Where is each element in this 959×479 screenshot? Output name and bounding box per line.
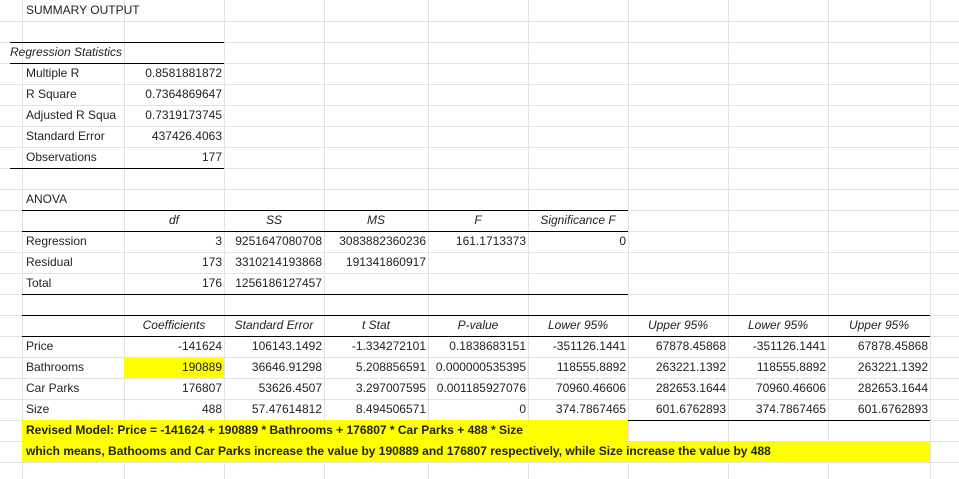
coef-cell-upper-95-b[interactable]: 282653.1644 bbox=[828, 378, 930, 399]
stat-value-multiple-r[interactable]: 0.8581881872 bbox=[124, 63, 224, 84]
coef-cell-coefficient[interactable]: 176807 bbox=[124, 378, 224, 399]
coef-header-t-stat[interactable]: t Stat bbox=[324, 315, 428, 336]
stat-value-r-square[interactable]: 0.7364869647 bbox=[124, 84, 224, 105]
coef-cell-upper-95[interactable]: 263221.1392 bbox=[628, 357, 728, 378]
coef-cell-lower-95-b[interactable]: -351126.1441 bbox=[728, 336, 828, 357]
coef-cell-upper-95-b[interactable]: 67878.45868 bbox=[828, 336, 930, 357]
anova-cell-df[interactable]: 173 bbox=[124, 252, 224, 273]
summary-title[interactable]: SUMMARY OUTPUT bbox=[24, 0, 204, 21]
coef-row-label[interactable]: Size bbox=[24, 399, 124, 420]
anova-header-ms[interactable]: MS bbox=[324, 210, 428, 231]
coef-cell-upper-95-b[interactable]: 263221.1392 bbox=[828, 357, 930, 378]
grid-line bbox=[0, 189, 959, 190]
coef-cell-upper-95[interactable]: 67878.45868 bbox=[628, 336, 728, 357]
coef-cell-lower-95[interactable]: 374.7867465 bbox=[528, 399, 628, 420]
coef-cell-t-stat[interactable]: 3.297007595 bbox=[324, 378, 428, 399]
coef-header-standard-error[interactable]: Standard Error bbox=[224, 315, 324, 336]
coef-cell-t-stat[interactable]: 5.208856591 bbox=[324, 357, 428, 378]
coef-header-upper-95-b[interactable]: Upper 95% bbox=[828, 315, 930, 336]
grid-line bbox=[0, 462, 959, 463]
coef-cell-lower-95-b[interactable]: 118555.8892 bbox=[728, 357, 828, 378]
coef-header-lower-95[interactable]: Lower 95% bbox=[528, 315, 628, 336]
anova-row-label[interactable]: Residual bbox=[24, 252, 124, 273]
stat-value-adjusted-r-square[interactable]: 0.7319173745 bbox=[124, 105, 224, 126]
coef-cell-t-stat[interactable]: -1.334272101 bbox=[324, 336, 428, 357]
coef-cell-upper-95[interactable]: 601.6762893 bbox=[628, 399, 728, 420]
coef-header-p-value[interactable]: P-value bbox=[428, 315, 528, 336]
anova-row-label[interactable]: Total bbox=[24, 273, 124, 294]
regression-statistics-header[interactable]: Regression Statistics bbox=[8, 42, 168, 63]
table-border bbox=[10, 168, 224, 169]
coef-cell-standard-error[interactable]: 53626.4507 bbox=[224, 378, 324, 399]
stat-label-observations[interactable]: Observations bbox=[24, 147, 124, 168]
coef-cell-standard-error[interactable]: 106143.1492 bbox=[224, 336, 324, 357]
anova-cell-ss[interactable]: 3310214193868 bbox=[224, 252, 324, 273]
coef-row-label[interactable]: Car Parks bbox=[24, 378, 124, 399]
coef-cell-lower-95[interactable]: 118555.8892 bbox=[528, 357, 628, 378]
anova-title[interactable]: ANOVA bbox=[24, 189, 124, 210]
stat-label-standard-error[interactable]: Standard Error bbox=[24, 126, 124, 147]
coef-cell-coefficient[interactable]: -141624 bbox=[124, 336, 224, 357]
grid-line bbox=[22, 0, 23, 479]
anova-cell-ms[interactable]: 3083882360236 bbox=[324, 231, 428, 252]
coef-cell-lower-95[interactable]: 70960.46606 bbox=[528, 378, 628, 399]
stat-label-r-square[interactable]: R Square bbox=[24, 84, 124, 105]
coef-cell-coefficient[interactable]: 488 bbox=[124, 399, 224, 420]
coef-cell-p-value[interactable]: 0.001185927076 bbox=[428, 378, 528, 399]
coef-cell-standard-error[interactable]: 57.47614812 bbox=[224, 399, 324, 420]
stat-label-adjusted-r-square[interactable]: Adjusted R Squa bbox=[24, 105, 124, 126]
anova-header-df[interactable]: df bbox=[124, 210, 224, 231]
coef-cell-coefficient-highlighted[interactable]: 190889 bbox=[124, 357, 224, 378]
coef-cell-t-stat[interactable]: 8.494506571 bbox=[324, 399, 428, 420]
anova-cell-f[interactable]: 161.1713373 bbox=[428, 231, 528, 252]
anova-cell-df[interactable]: 3 bbox=[124, 231, 224, 252]
anova-cell-significance-f[interactable]: 0 bbox=[528, 231, 628, 252]
coef-cell-p-value[interactable]: 0.1838683151 bbox=[428, 336, 528, 357]
anova-header-f[interactable]: F bbox=[428, 210, 528, 231]
coef-cell-lower-95-b[interactable]: 70960.46606 bbox=[728, 378, 828, 399]
revised-model-note[interactable]: Revised Model: Price = -141624 + 190889 … bbox=[24, 420, 624, 441]
coef-header-coefficients[interactable]: Coefficients bbox=[124, 315, 224, 336]
anova-cell-ss[interactable]: 1256186127457 bbox=[224, 273, 324, 294]
coef-cell-p-value[interactable]: 0.000000535395 bbox=[428, 357, 528, 378]
coef-header-upper-95[interactable]: Upper 95% bbox=[628, 315, 728, 336]
stat-value-observations[interactable]: 177 bbox=[124, 147, 224, 168]
anova-cell-df[interactable]: 176 bbox=[124, 273, 224, 294]
anova-row-label[interactable]: Regression bbox=[24, 231, 124, 252]
coef-cell-lower-95[interactable]: -351126.1441 bbox=[528, 336, 628, 357]
interpretation-note[interactable]: which means, Bathooms and Car Parks incr… bbox=[24, 441, 928, 462]
coef-cell-p-value[interactable]: 0 bbox=[428, 399, 528, 420]
anova-cell-ms[interactable]: 191341860917 bbox=[324, 252, 428, 273]
grid-line bbox=[0, 21, 959, 22]
coef-row-label[interactable]: Bathrooms bbox=[24, 357, 124, 378]
coef-cell-upper-95-b[interactable]: 601.6762893 bbox=[828, 399, 930, 420]
coef-cell-lower-95-b[interactable]: 374.7867465 bbox=[728, 399, 828, 420]
coef-row-label[interactable]: Price bbox=[24, 336, 124, 357]
grid-line bbox=[930, 0, 931, 479]
table-border bbox=[22, 294, 628, 295]
anova-header-ss[interactable]: SS bbox=[224, 210, 324, 231]
anova-cell-ss[interactable]: 9251647080708 bbox=[224, 231, 324, 252]
stat-value-standard-error[interactable]: 437426.4063 bbox=[124, 126, 224, 147]
stat-label-multiple-r[interactable]: Multiple R bbox=[24, 63, 124, 84]
anova-header-significance-f[interactable]: Significance F bbox=[528, 210, 628, 231]
coef-cell-upper-95[interactable]: 282653.1644 bbox=[628, 378, 728, 399]
coef-cell-standard-error[interactable]: 36646.91298 bbox=[224, 357, 324, 378]
coef-header-lower-95-b[interactable]: Lower 95% bbox=[728, 315, 828, 336]
